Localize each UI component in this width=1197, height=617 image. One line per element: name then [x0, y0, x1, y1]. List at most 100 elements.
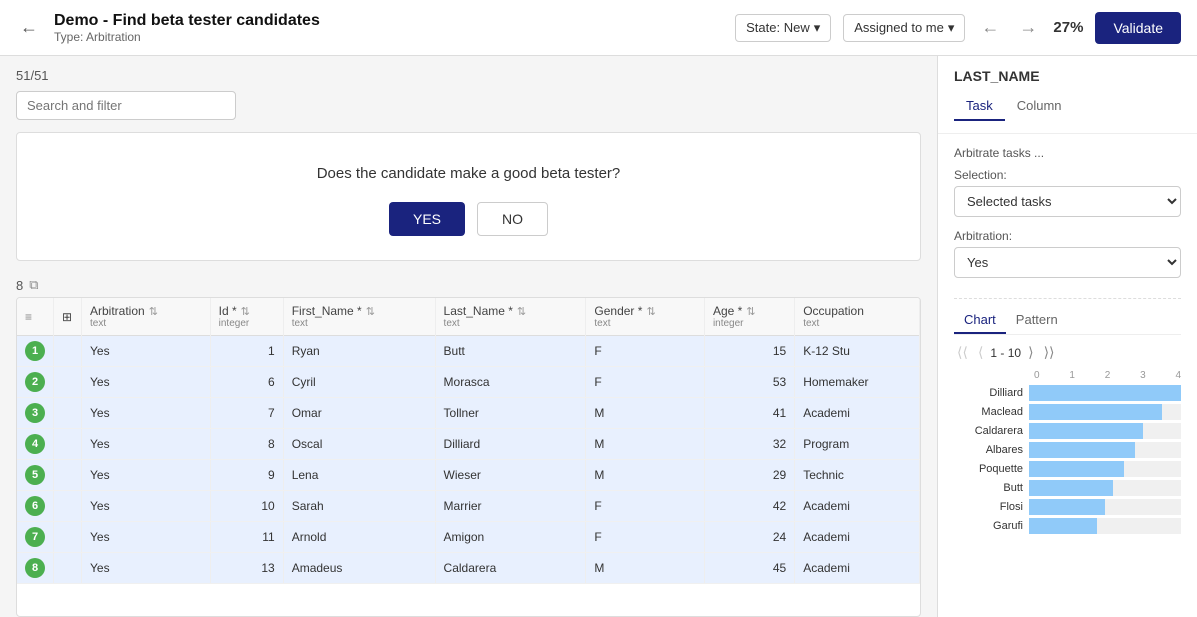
- state-button[interactable]: State: New ▾: [735, 14, 831, 42]
- sort-icon[interactable]: ⇅: [149, 305, 158, 318]
- left-panel: 51/51 Does the candidate make a good bet…: [0, 56, 937, 617]
- main-layout: 51/51 Does the candidate make a good bet…: [0, 56, 1197, 617]
- chart-bar: [1029, 442, 1135, 458]
- row-occupation: Academi: [795, 398, 920, 429]
- sort-icon[interactable]: ⇅: [366, 305, 375, 318]
- row-gender: F: [586, 336, 705, 367]
- row-firstname: Sarah: [283, 491, 435, 522]
- sort-icon[interactable]: ⇅: [241, 305, 250, 318]
- row-lastname: Marrier: [435, 491, 586, 522]
- table-row[interactable]: 2 Yes 6 Cyril Morasca F 53 Homemaker: [17, 367, 920, 398]
- sort-icon[interactable]: ⇅: [746, 305, 755, 318]
- search-input[interactable]: [16, 91, 236, 120]
- next-page-button[interactable]: ⟩: [1025, 343, 1036, 362]
- row-firstname: Arnold: [283, 522, 435, 553]
- chart-bar: [1029, 461, 1124, 477]
- chart-bar: [1029, 480, 1113, 496]
- chart-bar-wrap: [1029, 480, 1181, 496]
- first-page-button[interactable]: ⟨⟨: [954, 343, 971, 362]
- row-number-cell: 8: [17, 553, 54, 584]
- selection-dropdown[interactable]: Selected tasks All tasks Filtered tasks: [954, 186, 1181, 217]
- row-age: 15: [704, 336, 794, 367]
- col-occupation: Occupation text: [795, 298, 920, 336]
- data-table-container: ≡ ⊞ Arbitration ⇅ text: [16, 297, 921, 617]
- copy-icon[interactable]: ⧉: [29, 277, 38, 293]
- row-age: 42: [704, 491, 794, 522]
- pattern-tab[interactable]: Pattern: [1006, 307, 1068, 334]
- table-row[interactable]: 7 Yes 11 Arnold Amigon F 24 Academi: [17, 522, 920, 553]
- menu-icon[interactable]: ≡: [25, 310, 32, 324]
- validate-button[interactable]: Validate: [1095, 12, 1181, 44]
- row-gender: M: [586, 553, 705, 584]
- row-occupation: K-12 Stu: [795, 336, 920, 367]
- row-firstname: Amadeus: [283, 553, 435, 584]
- chart-tab[interactable]: Chart: [954, 307, 1006, 334]
- table-row[interactable]: 6 Yes 10 Sarah Marrier F 42 Academi: [17, 491, 920, 522]
- row-number-cell: 4: [17, 429, 54, 460]
- row-id: 10: [210, 491, 283, 522]
- row-occupation: Homemaker: [795, 367, 920, 398]
- row-number-cell: 6: [17, 491, 54, 522]
- chart-row: Dilliard: [954, 385, 1181, 401]
- row-lastname: Morasca: [435, 367, 586, 398]
- last-page-button[interactable]: ⟩⟩: [1041, 343, 1058, 362]
- chart-axis: 0 1 2 3 4: [954, 370, 1181, 381]
- chart-row: Poquette: [954, 461, 1181, 477]
- row-lastname: Tollner: [435, 398, 586, 429]
- row-arbitration: Yes: [82, 553, 211, 584]
- chart-row: Albares: [954, 442, 1181, 458]
- nav-forward-button[interactable]: →: [1015, 13, 1041, 42]
- table-row[interactable]: 4 Yes 8 Oscal Dilliard M 32 Program: [17, 429, 920, 460]
- row-gender: F: [586, 522, 705, 553]
- chart-row: Butt: [954, 480, 1181, 496]
- arbitration-label: Arbitration:: [954, 229, 1181, 243]
- col-toggle-icon[interactable]: ⊞: [62, 310, 72, 324]
- sort-icon[interactable]: ⇅: [646, 305, 655, 318]
- row-checkbox-cell: [54, 491, 82, 522]
- row-number-cell: 2: [17, 367, 54, 398]
- row-checkbox-cell: [54, 429, 82, 460]
- chart-bar: [1029, 404, 1162, 420]
- sort-icon[interactable]: ⇅: [517, 305, 526, 318]
- row-count-number: 8: [16, 278, 23, 293]
- table-row[interactable]: 5 Yes 9 Lena Wieser M 29 Technic: [17, 460, 920, 491]
- yes-button[interactable]: YES: [389, 202, 465, 236]
- nav-back-button[interactable]: ←: [977, 13, 1003, 42]
- row-arbitration: Yes: [82, 398, 211, 429]
- chart-bar: [1029, 499, 1105, 515]
- chart-bar-wrap: [1029, 404, 1181, 420]
- row-firstname: Cyril: [283, 367, 435, 398]
- row-occupation: Academi: [795, 553, 920, 584]
- row-lastname: Dilliard: [435, 429, 586, 460]
- row-firstname: Oscal: [283, 429, 435, 460]
- question-text: Does the candidate make a good beta test…: [41, 165, 896, 182]
- topbar: ← Demo - Find beta tester candidates Typ…: [0, 0, 1197, 56]
- tab-task[interactable]: Task: [954, 92, 1005, 121]
- back-button[interactable]: ←: [16, 13, 42, 42]
- chart-bar-wrap: [1029, 499, 1181, 515]
- assigned-button[interactable]: Assigned to me ▾: [843, 14, 965, 42]
- prev-page-button[interactable]: ⟨: [975, 343, 986, 362]
- row-occupation: Technic: [795, 460, 920, 491]
- chart-bar: [1029, 423, 1143, 439]
- row-arbitration: Yes: [82, 336, 211, 367]
- selection-label: Selection:: [954, 168, 1181, 182]
- right-panel: LAST_NAME Task Column Arbitrate tasks ..…: [937, 56, 1197, 617]
- arbitration-dropdown[interactable]: Yes No: [954, 247, 1181, 278]
- chart-label: Butt: [954, 482, 1029, 494]
- table-row[interactable]: 8 Yes 13 Amadeus Caldarera M 45 Academi: [17, 553, 920, 584]
- row-arbitration: Yes: [82, 367, 211, 398]
- chevron-down-icon: ▾: [814, 20, 821, 36]
- tab-column[interactable]: Column: [1005, 92, 1074, 121]
- no-button[interactable]: NO: [477, 202, 548, 236]
- row-checkbox-cell: [54, 460, 82, 491]
- row-id: 8: [210, 429, 283, 460]
- row-age: 24: [704, 522, 794, 553]
- table-row[interactable]: 3 Yes 7 Omar Tollner M 41 Academi: [17, 398, 920, 429]
- answer-buttons: YES NO: [41, 202, 896, 236]
- right-panel-title: LAST_NAME: [954, 68, 1181, 84]
- row-firstname: Ryan: [283, 336, 435, 367]
- data-table: ≡ ⊞ Arbitration ⇅ text: [17, 298, 920, 584]
- chart-bar-wrap: [1029, 385, 1181, 401]
- table-row[interactable]: 1 Yes 1 Ryan Butt F 15 K-12 Stu: [17, 336, 920, 367]
